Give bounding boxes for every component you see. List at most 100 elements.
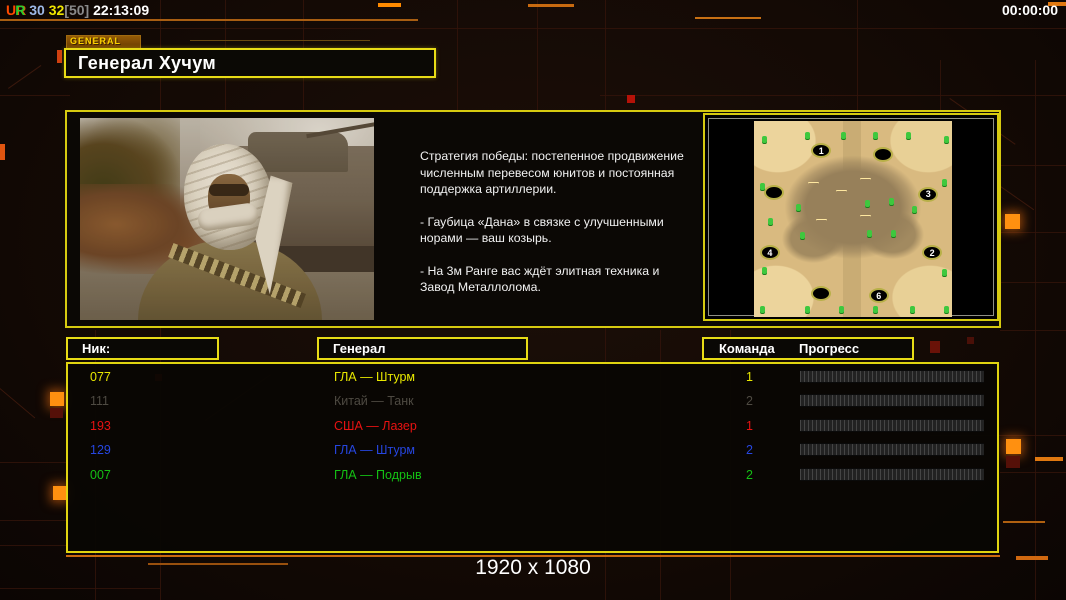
- circuit-line: [378, 3, 401, 7]
- circuit-line: [8, 65, 42, 89]
- circuit-red-square-icon: [627, 95, 635, 103]
- player-team: 1: [746, 370, 753, 384]
- map-green-marker-icon: [866, 229, 872, 237]
- circuit-line: [1003, 521, 1045, 523]
- circuit-line: [990, 165, 1066, 166]
- hud-stat-segment: 30: [25, 2, 45, 18]
- circuit-line: [857, 0, 858, 115]
- table-row: 077 ГЛА — Штурм 1: [68, 366, 997, 390]
- map-building-icon: [836, 190, 847, 198]
- map-start-position-2: 2: [922, 245, 943, 261]
- circuit-line: [0, 144, 5, 160]
- map-green-marker-icon: [942, 178, 948, 186]
- hud-match-timer: 00:00:00: [1001, 2, 1058, 18]
- hud-stat-segment: [50]: [64, 2, 90, 18]
- player-nick: 007: [90, 467, 111, 482]
- circuit-line: [0, 95, 70, 96]
- map-green-marker-icon: [910, 306, 916, 314]
- player-team: 2: [746, 467, 753, 482]
- header-team-label: Команда: [719, 341, 775, 356]
- circuit-square-icon: [53, 486, 67, 500]
- player-nick: 111: [90, 394, 110, 409]
- header-nick-box: Ник:: [66, 337, 219, 360]
- player-progress-bar: [800, 467, 984, 481]
- circuit-line: [990, 282, 1066, 283]
- hud-stat-segment: 22:13:09: [89, 2, 150, 18]
- player-progress-bar: [800, 370, 984, 383]
- map-start-position-3: 3: [918, 186, 939, 202]
- general-name-title: Генерал Хучум: [64, 48, 436, 78]
- map-green-marker-icon: [799, 231, 805, 239]
- map-green-marker-icon: [872, 131, 878, 139]
- player-progress-bar: [800, 418, 984, 432]
- map-green-marker-icon: [761, 266, 767, 274]
- map-start-position-6: 6: [868, 288, 889, 304]
- minimap-letterbox: 1 3 4 2 6: [708, 118, 994, 317]
- circuit-line: [600, 95, 1066, 96]
- general-portrait-image: [80, 118, 374, 320]
- map-green-marker-icon: [759, 182, 765, 190]
- loading-screen: URR 30 32[50] 22:13:09 00:00:00 GENERAL …: [0, 0, 1066, 600]
- circuit-square-icon: [1005, 214, 1020, 229]
- player-general: ГЛА — Подрыв: [334, 467, 422, 482]
- circuit-red-square-icon: [930, 341, 940, 353]
- map-building-icon: [816, 219, 827, 227]
- circuit-line: [190, 40, 370, 41]
- map-start-position-4: 4: [759, 245, 780, 261]
- circuit-square-icon: [1006, 439, 1021, 454]
- map-start-position: [811, 286, 832, 302]
- map-green-marker-icon: [888, 198, 894, 206]
- player-progress-bar: [800, 394, 984, 408]
- player-team: 2: [746, 394, 753, 409]
- map-green-marker-icon: [805, 131, 811, 139]
- map-green-marker-icon: [864, 200, 870, 208]
- strategy-paragraph: Стратегия победы: постепенное продвижени…: [420, 149, 684, 196]
- circuit-red-square-icon: [1006, 456, 1020, 468]
- hud-stat-segment: R: [15, 2, 26, 18]
- map-building-icon: [808, 182, 819, 190]
- player-team: 2: [746, 443, 753, 458]
- table-row: 129 ГЛА — Штурм 2: [68, 439, 997, 463]
- circuit-line: [0, 388, 36, 419]
- header-progress-label: Прогресс: [799, 341, 860, 356]
- map-green-marker-icon: [944, 135, 950, 143]
- map-green-marker-icon: [841, 131, 847, 139]
- map-green-marker-icon: [912, 206, 918, 214]
- general-tab-label: GENERAL: [66, 35, 141, 48]
- circuit-line: [1000, 472, 1066, 473]
- map-green-marker-icon: [759, 306, 765, 314]
- map-green-marker-icon: [767, 217, 773, 225]
- resolution-label: 1920 x 1080: [475, 556, 591, 579]
- circuit-square-icon: [50, 392, 64, 406]
- circuit-red-square-icon: [967, 337, 974, 344]
- strategy-text: Стратегия победы: постепенное продвижени…: [420, 148, 696, 312]
- hud-stat-segment: 32: [44, 2, 65, 18]
- player-nick: 077: [90, 370, 111, 384]
- map-green-marker-icon: [944, 306, 950, 314]
- minimap-box: 1 3 4 2 6: [703, 113, 999, 321]
- general-info-panel: Стратегия победы: постепенное продвижени…: [65, 110, 1001, 328]
- map-start-position: [872, 147, 893, 163]
- map-building-icon: [860, 178, 871, 186]
- map-green-marker-icon: [942, 268, 948, 276]
- circuit-line: [528, 4, 574, 7]
- strategy-paragraph: - На 3м Ранге вас ждёт элитная техника и…: [420, 263, 660, 295]
- player-general: США — Лазер: [334, 418, 417, 433]
- portrait-sepia-tint: [80, 118, 374, 320]
- map-green-marker-icon: [890, 229, 896, 237]
- players-table: 077 ГЛА — Штурм 1 111 Китай — Танк 2 193 США — …: [66, 362, 999, 553]
- circuit-line: [0, 545, 70, 546]
- circuit-line: [0, 588, 160, 589]
- circuit-line: [1000, 330, 1066, 331]
- circuit-red-square-icon: [50, 408, 63, 418]
- table-row: 111 Китай — Танк 2: [68, 390, 997, 414]
- map-green-marker-icon: [795, 204, 801, 212]
- table-row: 193 США — Лазер 1: [68, 415, 997, 439]
- header-team-progress-box: Команда Прогресс: [702, 337, 914, 360]
- map-green-marker-icon: [839, 306, 845, 314]
- player-team: 1: [746, 418, 753, 433]
- header-general-box: Генерал: [317, 337, 528, 360]
- minimap: 1 3 4 2 6: [754, 121, 952, 317]
- map-green-marker-icon: [761, 135, 767, 143]
- player-general: Китай — Танк: [334, 394, 414, 409]
